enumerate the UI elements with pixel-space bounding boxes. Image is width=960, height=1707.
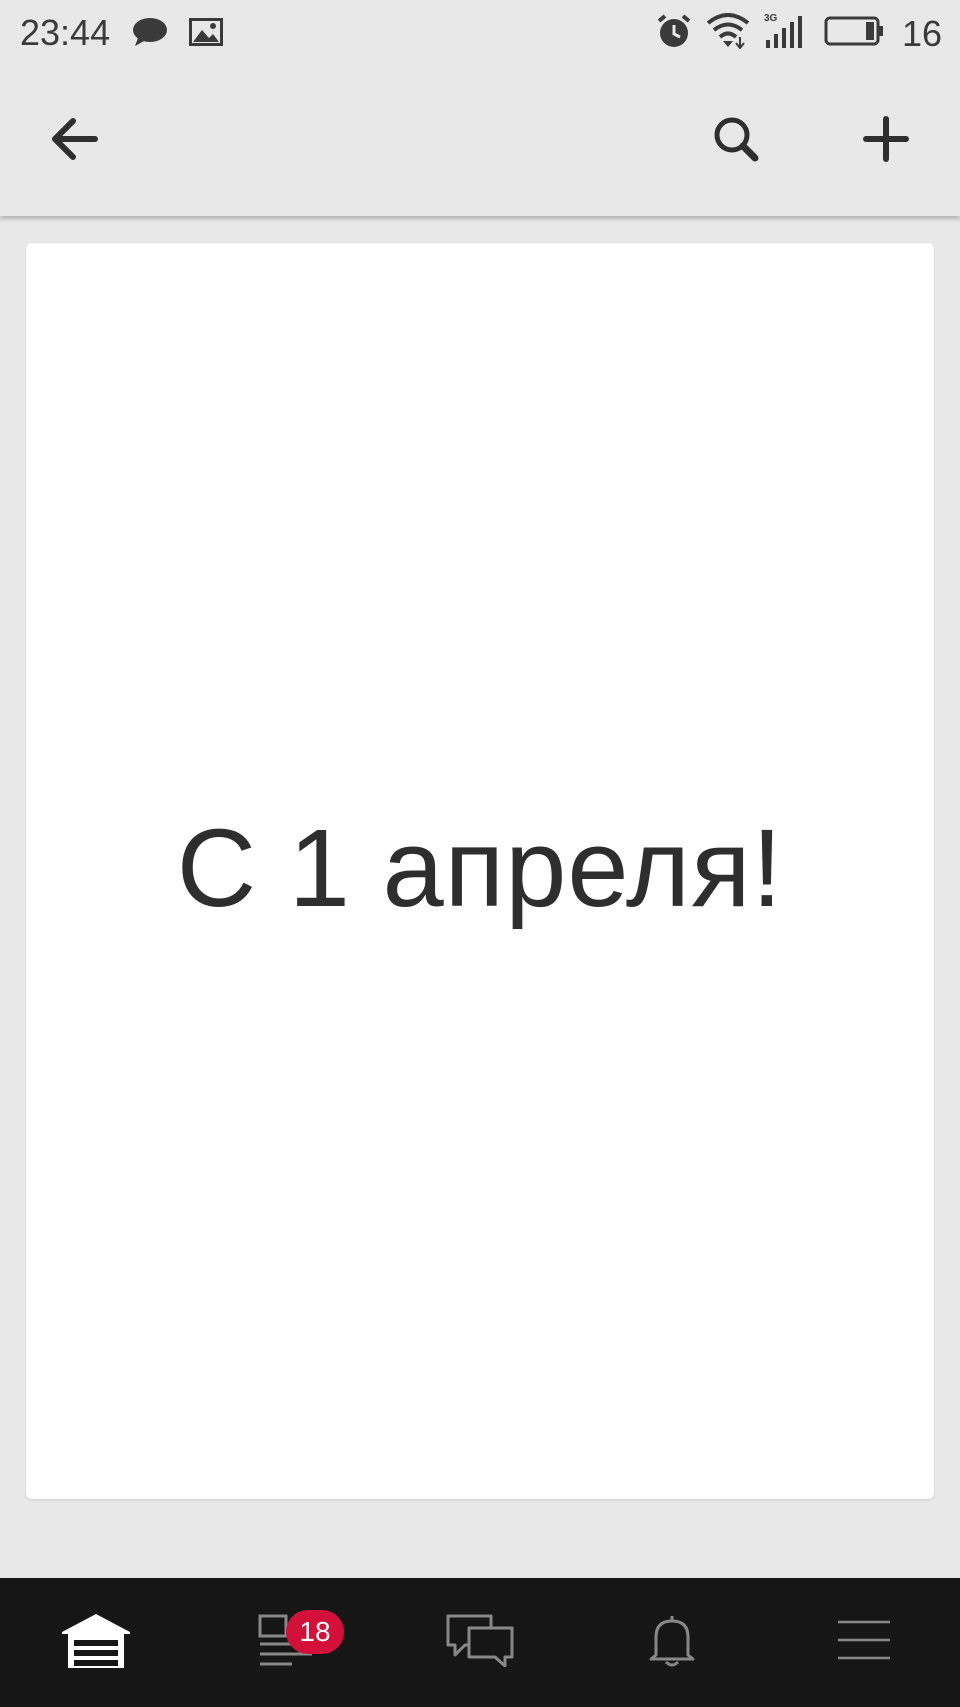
garage-icon — [60, 1612, 132, 1673]
plus-icon — [863, 115, 909, 167]
search-icon — [713, 116, 759, 167]
add-button[interactable] — [846, 101, 926, 181]
nav-item-notifications[interactable] — [576, 1578, 768, 1707]
search-button[interactable] — [696, 101, 776, 181]
signal-icon: 3G — [764, 12, 810, 55]
alarm-icon — [656, 13, 692, 54]
arrow-left-icon — [51, 117, 99, 166]
bell-icon — [648, 1613, 696, 1672]
image-icon — [188, 16, 224, 53]
nav-item-garage[interactable] — [0, 1578, 192, 1707]
battery-icon — [824, 16, 884, 51]
chat-bubble-icon — [132, 16, 168, 53]
battery-percent: 16 — [901, 12, 942, 54]
network-type-label: 3G — [764, 13, 778, 24]
menu-icon — [836, 1618, 892, 1667]
nav-item-menu[interactable] — [768, 1578, 960, 1707]
app-bar — [0, 68, 960, 216]
bottom-nav — [0, 1578, 960, 1707]
wifi-icon — [706, 13, 750, 54]
back-button[interactable] — [35, 101, 115, 181]
content-card: С 1 апреля! — [26, 243, 934, 1499]
card-text: С 1 апреля! — [176, 806, 784, 930]
feed-badge: 18 — [286, 1610, 344, 1654]
status-bar: 23:44 3G 16 — [0, 0, 960, 68]
status-time: 23:44 — [20, 12, 111, 53]
nav-item-messages[interactable] — [384, 1578, 576, 1707]
messages-icon — [445, 1613, 515, 1672]
